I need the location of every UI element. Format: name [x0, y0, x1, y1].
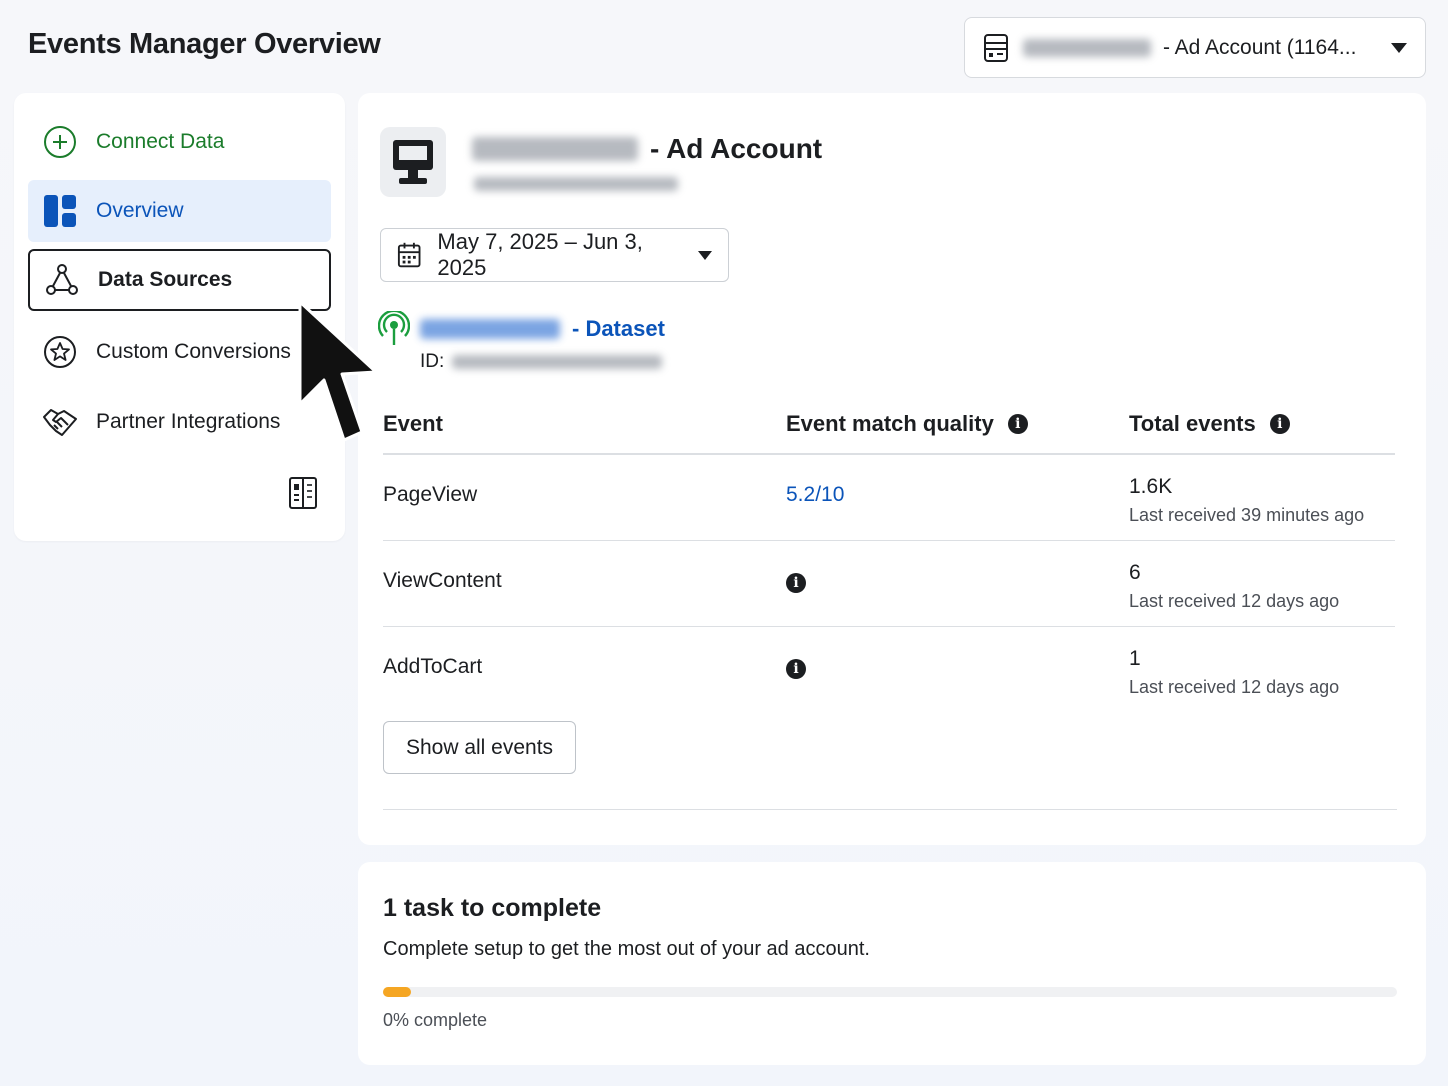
redacted-dataset-id — [452, 355, 663, 369]
last-received: Last received 12 days ago — [1129, 677, 1340, 697]
event-match-quality-cell: i — [786, 655, 806, 679]
star-badge-icon — [42, 334, 78, 370]
header-quality-label: Event match quality — [786, 411, 994, 436]
progress-label: 0% complete — [383, 1010, 488, 1030]
date-range-label: May 7, 2025 – Jun 3, 2025 — [437, 229, 643, 280]
handshake-icon — [42, 404, 78, 440]
date-range-picker[interactable]: May 7, 2025 – Jun 3, 2025 — [380, 228, 729, 282]
account-avatar — [380, 127, 446, 197]
chevron-down-icon — [1391, 42, 1407, 53]
sidebar-item-label: Connect Data — [96, 130, 225, 153]
sidebar-item-overview[interactable]: Overview — [28, 180, 331, 242]
table-row[interactable]: PageView 5.2/10 1.6K Last received 39 mi… — [383, 455, 1395, 541]
dataset-id-label: ID: — [420, 351, 445, 372]
table-row[interactable]: AddToCart i 1 Last received 12 days ago — [383, 627, 1395, 713]
info-icon[interactable]: i — [1269, 414, 1290, 434]
event-name: AddToCart — [383, 655, 483, 678]
network-icon — [44, 262, 80, 298]
header-total-label: Total events — [1129, 411, 1256, 436]
sidebar-item-label: Data Sources — [98, 268, 233, 291]
redacted-dataset-name — [420, 319, 560, 339]
event-name: ViewContent — [383, 569, 502, 592]
building-icon — [984, 33, 1008, 62]
last-received: Last received 12 days ago — [1129, 591, 1340, 611]
event-match-quality-cell: i — [786, 569, 806, 593]
sidebar-item-connect-data[interactable]: Connect Data — [28, 111, 331, 173]
dataset-label: - Dataset — [572, 316, 665, 341]
account-selector-label: - Ad Account (1164... — [1163, 35, 1357, 59]
sidebar: Connect Data Overview Data Sources Custo… — [14, 93, 345, 541]
total-events-count: 1 — [1129, 647, 1141, 670]
account-overview-card: - Ad Account May 7, 2025 – Jun 3, 2025 -… — [358, 93, 1426, 845]
total-events-cell: 6 Last received 12 days ago — [1129, 561, 1339, 612]
redacted-account-name — [472, 137, 638, 161]
total-events-cell: 1.6K Last received 39 minutes ago — [1129, 475, 1364, 526]
info-icon[interactable]: i — [786, 573, 806, 593]
sidebar-item-custom-conversions[interactable]: Custom Conversions — [28, 321, 331, 383]
header-total-events: Total events i — [1129, 411, 1290, 437]
sidebar-item-partner-integrations[interactable]: Partner Integrations — [28, 391, 331, 453]
account-name-suffix: - Ad Account — [650, 133, 823, 164]
dashboard-icon — [42, 193, 78, 229]
header-event-match-quality: Event match quality i — [786, 411, 1028, 437]
progress-bar — [383, 987, 1397, 997]
total-events-count: 6 — [1129, 561, 1141, 584]
tasks-title: 1 task to complete — [383, 894, 602, 922]
panel-toggle-icon[interactable] — [288, 476, 318, 510]
events-table: Event Event match quality i Total events i… — [383, 403, 1395, 713]
plus-circle-icon — [42, 124, 78, 160]
dataset-id: ID: — [420, 351, 663, 373]
dataset-link[interactable]: - Dataset — [378, 311, 665, 347]
last-received: Last received 39 minutes ago — [1129, 505, 1365, 525]
info-icon[interactable]: i — [1007, 414, 1028, 434]
show-all-events-button[interactable]: Show all events — [383, 721, 576, 774]
ad-account-selector[interactable]: - Ad Account (1164... — [964, 17, 1426, 78]
header-event-label: Event — [383, 411, 443, 436]
total-events-count: 1.6K — [1129, 475, 1173, 498]
broadcast-icon — [378, 311, 410, 345]
event-name: PageView — [383, 483, 478, 506]
computer-icon — [393, 140, 433, 184]
table-row[interactable]: ViewContent i 6 Last received 12 days ag… — [383, 541, 1395, 627]
tasks-card: 1 task to complete Complete setup to get… — [358, 862, 1426, 1065]
redacted-account-name — [1023, 38, 1151, 57]
tasks-description: Complete setup to get the most out of yo… — [383, 938, 870, 960]
divider — [383, 809, 1397, 810]
redacted-account-id — [474, 177, 678, 191]
progress-bar-fill — [383, 987, 411, 997]
sidebar-item-data-sources[interactable]: Data Sources — [28, 249, 331, 311]
chevron-down-icon — [698, 250, 712, 260]
table-header: Event Event match quality i Total events i — [383, 403, 1395, 455]
info-icon[interactable]: i — [786, 659, 806, 679]
total-events-cell: 1 Last received 12 days ago — [1129, 647, 1339, 698]
sidebar-item-label: Partner Integrations — [96, 410, 281, 433]
header-event: Event — [383, 411, 443, 437]
event-match-quality-link[interactable]: 5.2/10 — [786, 483, 844, 507]
calendar-icon — [397, 242, 421, 268]
sidebar-item-label: Overview — [96, 199, 184, 222]
page-title: Events Manager Overview — [28, 28, 381, 60]
sidebar-item-label: Custom Conversions — [96, 340, 291, 363]
account-name: - Ad Account — [472, 133, 822, 165]
